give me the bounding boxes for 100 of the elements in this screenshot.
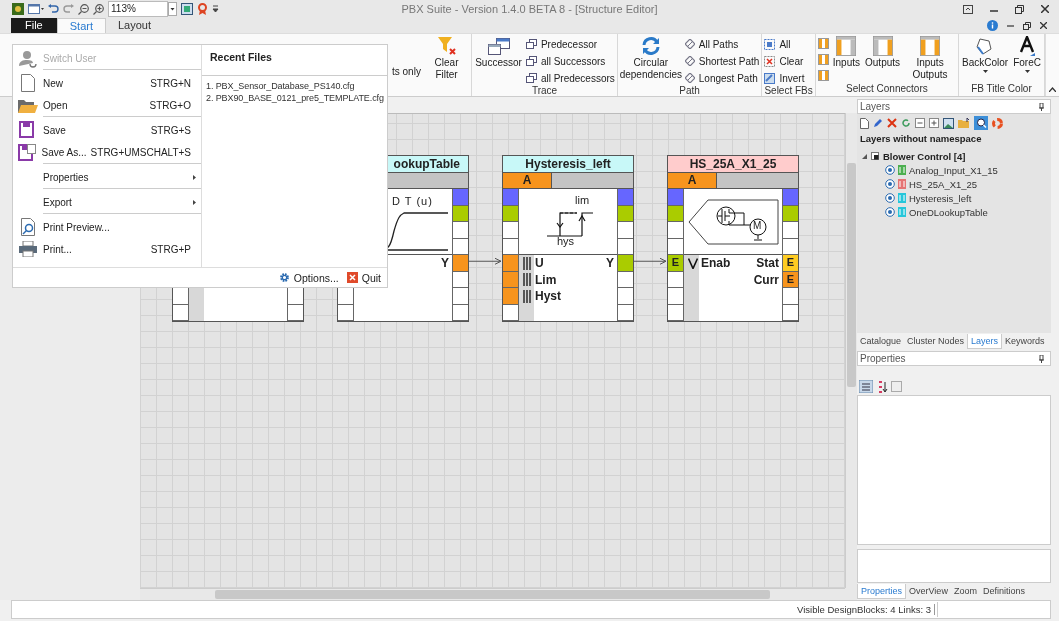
- ribbon-award-icon[interactable]: [197, 3, 208, 15]
- funnel-icon: [436, 36, 457, 56]
- ribbon-button[interactable]: all Predecessors: [525, 71, 615, 85]
- port-cell: E: [668, 255, 684, 272]
- block-formula: D T (u): [392, 195, 433, 207]
- close-icon[interactable]: [1040, 22, 1047, 29]
- connector-icon[interactable]: [817, 38, 829, 49]
- tree-item[interactable]: OneDLookupTable: [857, 205, 1051, 219]
- zoom-field[interactable]: 113%: [108, 1, 168, 17]
- ribbon-button[interactable]: all Successors: [525, 54, 615, 68]
- zoom-in-icon[interactable]: [93, 3, 104, 15]
- ribbon-tab[interactable]: Start: [56, 18, 106, 33]
- expander-icon[interactable]: [862, 153, 867, 159]
- color-wheel-icon[interactable]: [992, 117, 1003, 129]
- group-label: Trace: [530, 85, 559, 97]
- app-icon[interactable]: [12, 3, 24, 15]
- submenu-arrow-icon: [193, 200, 196, 205]
- ribbon-button[interactable]: Successor: [474, 36, 523, 69]
- block-title: HS_25A_X1_25: [689, 157, 777, 171]
- pin-icon[interactable]: [1039, 354, 1044, 363]
- panel-tab[interactable]: Keywords: [1002, 334, 1048, 349]
- refresh-icon[interactable]: [901, 118, 911, 128]
- ribbon-tab[interactable]: File: [11, 18, 57, 33]
- ribbon-button[interactable]: All Paths: [684, 37, 760, 51]
- image-icon[interactable]: [943, 117, 954, 129]
- menu-item[interactable]: Print Preview...: [13, 216, 201, 238]
- menu-item[interactable]: Print... STRG+P: [13, 238, 201, 260]
- function-block[interactable]: HS_25A_X1_25 A E M Enab Stat Curr E E: [667, 155, 799, 322]
- bus-input-icon: [523, 289, 532, 303]
- collapse-ribbon-icon[interactable]: [1048, 87, 1056, 92]
- panel-tab[interactable]: Definitions: [979, 584, 1028, 599]
- tree-item[interactable]: Analog_Input_X1_15: [857, 163, 1051, 177]
- expand-all-icon[interactable]: [929, 118, 939, 128]
- ribbon-button[interactable]: Inputs Outputs: [904, 36, 956, 81]
- pencil-icon[interactable]: [873, 118, 883, 128]
- search-icon[interactable]: [974, 116, 988, 130]
- collapse-all-icon[interactable]: [915, 118, 925, 128]
- ribbon-button[interactable]: BackColor: [961, 36, 1010, 73]
- ribbon-button[interactable]: Predecessor: [525, 37, 615, 51]
- vertical-scrollbar[interactable]: [845, 113, 857, 588]
- tree-item[interactable]: Blower Control [4]: [857, 149, 1051, 163]
- ribbon-button[interactable]: Outputs: [864, 36, 902, 69]
- recent-file-item[interactable]: 1. PBX_Sensor_Database_PS140.cfg: [202, 80, 387, 92]
- restore-ribbon-icon[interactable]: [963, 4, 973, 14]
- connector-icon[interactable]: [817, 70, 829, 81]
- panel-tab[interactable]: Catalogue: [857, 334, 905, 349]
- info-icon[interactable]: [987, 20, 998, 31]
- tree-label: HS_25A_X1_25: [909, 178, 978, 190]
- ribbon-button[interactable]: All: [764, 37, 805, 51]
- folder-icon: [18, 98, 38, 113]
- undo-icon[interactable]: [48, 4, 59, 14]
- panel-tab[interactable]: Properties: [857, 584, 907, 599]
- tree-item[interactable]: HS_25A_X1_25: [857, 177, 1051, 191]
- sort-alpha-icon[interactable]: [876, 380, 888, 393]
- minimize-icon[interactable]: [1007, 22, 1014, 29]
- ribbon-button[interactable]: Shortest Path: [684, 54, 760, 68]
- caret-icon: [1024, 70, 1030, 73]
- panel-tab[interactable]: Cluster Nodes: [904, 334, 968, 349]
- delete-icon[interactable]: [887, 118, 897, 128]
- ribbon-button[interactable]: Inputs: [831, 36, 861, 69]
- font-color-icon: [1019, 36, 1036, 56]
- close-icon[interactable]: [1041, 5, 1049, 13]
- ribbon-button[interactable]: ForeC: [1012, 36, 1042, 73]
- port-cell: E: [782, 255, 798, 272]
- tree-item[interactable]: Hysteresis_left: [857, 191, 1051, 205]
- customize-arrow-icon[interactable]: [212, 5, 219, 13]
- options-button[interactable]: Options...: [278, 271, 339, 284]
- recent-files-heading: Recent Files: [209, 50, 273, 65]
- function-block[interactable]: Hysteresis_left A lim hys U Y Lim Hyst: [502, 155, 634, 322]
- menu-item[interactable]: New STRG+N: [13, 72, 201, 94]
- zoom-out-icon[interactable]: [78, 3, 89, 15]
- panel-tab[interactable]: Zoom: [950, 584, 980, 599]
- window-icon[interactable]: [28, 3, 44, 15]
- block-header-label: A: [503, 173, 552, 188]
- bus-input-icon: [523, 273, 532, 287]
- horizontal-scrollbar[interactable]: [140, 588, 845, 600]
- ribbon-button[interactable]: Longest Path: [684, 71, 760, 85]
- folder-icon[interactable]: [958, 118, 970, 128]
- port-label: Stat: [756, 256, 779, 271]
- ribbon-button[interactable]: Invert: [764, 71, 805, 85]
- menu-item[interactable]: Save STRG+S: [13, 119, 201, 141]
- block-title: Hysteresis_left: [525, 157, 611, 171]
- pin-icon[interactable]: [1039, 102, 1044, 111]
- ribbon-tab[interactable]: Layout: [105, 18, 163, 33]
- restore-icon[interactable]: [1023, 21, 1031, 30]
- panel-tab[interactable]: OverView: [906, 584, 951, 599]
- ribbon-button[interactable]: ts only: [392, 66, 421, 77]
- recent-file-item[interactable]: 2. PBX90_BASE_0121_pre5_TEMPLATE.cfg: [202, 92, 387, 104]
- restore-icon[interactable]: [1015, 4, 1024, 14]
- new-layer-icon[interactable]: [860, 117, 869, 129]
- group-label: Select Connectors: [845, 83, 929, 96]
- ribbon-button[interactable]: Clear: [764, 54, 805, 68]
- connector-icon[interactable]: [817, 54, 829, 65]
- ribbon-button[interactable]: Clear Filter: [423, 36, 470, 81]
- path-icon: [684, 73, 695, 83]
- quit-button[interactable]: Quit: [346, 271, 381, 284]
- fit-page-icon[interactable]: [181, 3, 193, 15]
- panel-tab[interactable]: Layers: [967, 334, 1003, 349]
- ribbon-button[interactable]: Circular dependencies: [619, 36, 682, 81]
- layer-icon: [871, 152, 879, 160]
